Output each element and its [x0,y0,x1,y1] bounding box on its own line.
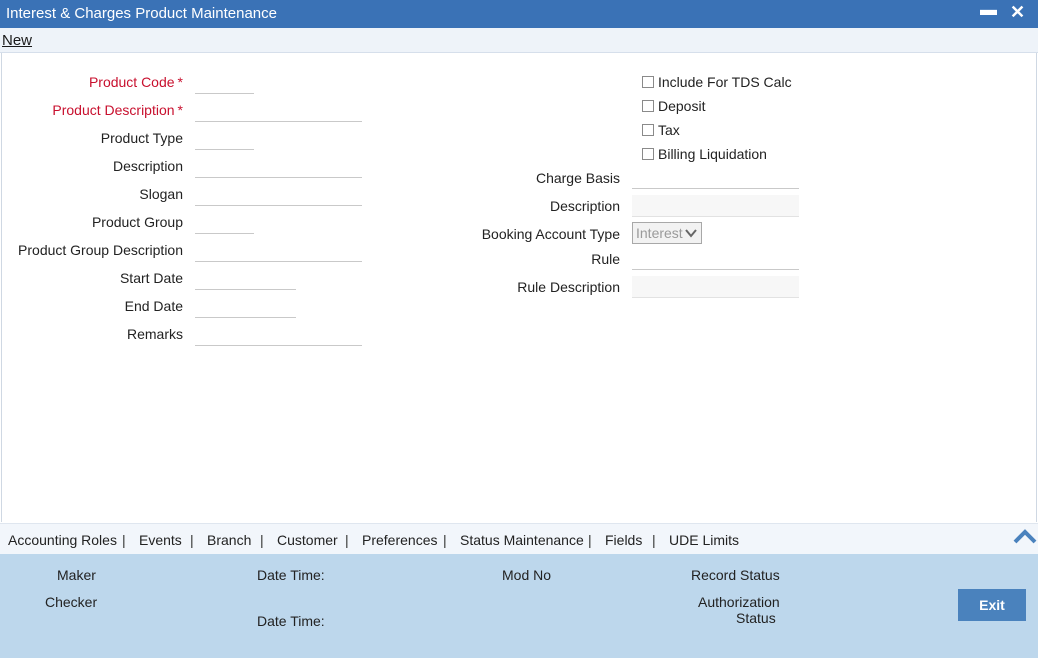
chevron-down-icon [684,223,698,249]
checkbox-box[interactable] [642,100,654,112]
tab-separator: | [122,532,126,548]
tab-separator: | [652,532,656,548]
checker-label: Checker [45,594,98,610]
charge-basis-label: Charge Basis [535,170,620,186]
tab-customer[interactable]: Customer [277,532,338,548]
checkbox-box[interactable] [642,148,654,160]
tab-separator: | [190,532,194,548]
authorization-status-label-2: Status [736,610,776,626]
new-link[interactable]: New [2,32,32,49]
tab-accounting-roles[interactable]: Accounting Roles [8,532,117,548]
deposit-checkbox[interactable]: Deposit [642,98,705,114]
maker-date-time-label: Date Time: [257,567,325,583]
close-icon[interactable]: ✕ [1010,2,1025,23]
product-type-input[interactable] [195,128,254,150]
maker-label: Maker [57,567,96,583]
start-date-label: Start Date [119,270,183,286]
right-description-input [632,195,799,217]
tab-branch[interactable]: Branch [207,532,251,548]
rule-label: Rule [591,251,620,267]
rule-description-input [632,276,799,298]
product-description-label: Product Description * [52,102,183,118]
audit-footer: Maker Checker Date Time: Date Time: Mod … [0,554,1038,658]
tab-separator: | [260,532,264,548]
window-title: Interest & Charges Product Maintenance [6,5,277,22]
rule-input[interactable] [632,248,799,270]
start-date-input[interactable] [195,268,296,290]
product-group-description-input[interactable] [195,240,362,262]
include-for-tds-calc-checkbox[interactable]: Include For TDS Calc [642,74,792,90]
checker-date-time-label: Date Time: [257,613,325,629]
product-group-input[interactable] [195,212,254,234]
product-description-input[interactable] [195,100,362,122]
rule-description-label: Rule Description [517,279,620,295]
booking-account-type-select[interactable]: Interest [632,222,702,244]
end-date-input[interactable] [195,296,296,318]
record-status-label: Record Status [691,567,780,583]
tab-separator: | [588,532,592,548]
billing-liquidation-checkbox[interactable]: Billing Liquidation [642,146,767,162]
tab-events[interactable]: Events [139,532,182,548]
checkbox-box[interactable] [642,124,654,136]
slogan-label: Slogan [139,186,183,202]
minimize-icon[interactable]: ▬ [980,0,997,20]
toolbar: New [0,28,1038,53]
sub-screen-tabbar: Accounting Roles | Events | Branch | Cus… [0,523,1038,554]
description-input[interactable] [195,156,362,178]
remarks-input[interactable] [195,324,362,346]
slogan-input[interactable] [195,184,362,206]
tab-separator: | [443,532,447,548]
product-code-label: Product Code * [88,74,183,90]
tab-ude-limits[interactable]: UDE Limits [669,532,739,548]
tax-checkbox[interactable]: Tax [642,122,680,138]
product-type-label: Product Type [100,130,183,146]
window-titlebar: Interest & Charges Product Maintenance ▬… [0,0,1038,28]
mod-no-label: Mod No [502,567,552,583]
authorization-status-label: Authorization [698,594,780,610]
remarks-label: Remarks [126,326,183,342]
tab-fields[interactable]: Fields [605,532,642,548]
description-label: Description [112,158,183,174]
booking-account-type-label: Booking Account Type [481,226,620,242]
right-description-label: Description [549,198,620,214]
product-code-input[interactable] [195,72,254,94]
tab-preferences[interactable]: Preferences [362,532,437,548]
tab-separator: | [345,532,349,548]
exit-button[interactable]: Exit [958,589,1026,621]
tab-status-maintenance[interactable]: Status Maintenance [460,532,584,548]
checkbox-box[interactable] [642,76,654,88]
charge-basis-input[interactable] [632,167,799,189]
product-group-description-label: Product Group Description [18,242,183,258]
end-date-label: End Date [124,298,183,314]
product-group-label: Product Group [91,214,183,230]
chevron-up-icon[interactable] [1013,526,1037,548]
